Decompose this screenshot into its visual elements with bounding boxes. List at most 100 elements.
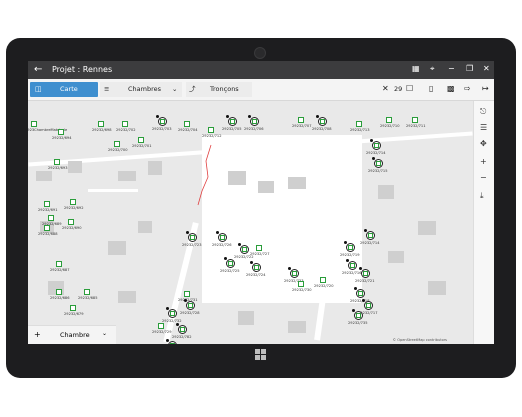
chambre-marker[interactable]: [386, 117, 392, 123]
chambre-marker[interactable]: [84, 289, 90, 295]
chambre-marker[interactable]: [70, 305, 76, 311]
chambre-marker[interactable]: [226, 259, 235, 268]
chambre-marker[interactable]: [70, 199, 76, 205]
chambre-marker[interactable]: [48, 215, 54, 221]
chambre-label: 29232/686: [50, 296, 70, 300]
selection-count: 29: [394, 85, 403, 93]
building: [138, 221, 152, 233]
building: [428, 281, 446, 295]
chambre-marker[interactable]: [184, 121, 190, 127]
chambre-marker[interactable]: [318, 117, 327, 126]
chambre-select[interactable]: Chambre: [60, 331, 90, 339]
chambre-marker[interactable]: [158, 117, 167, 126]
zoom-in-icon[interactable]: +: [480, 157, 487, 166]
chambre-marker[interactable]: [208, 127, 214, 133]
route-icon[interactable]: ⎋: [480, 107, 486, 117]
zoom-out-icon[interactable]: −: [480, 173, 487, 182]
chambre-marker[interactable]: [218, 233, 227, 242]
marker-dot: [316, 115, 319, 118]
building: [228, 171, 246, 185]
close-icon[interactable]: ✕: [483, 64, 490, 73]
measure-icon[interactable]: ✥: [480, 139, 487, 148]
carte-button[interactable]: ◫ Carte: [30, 82, 98, 97]
chambre-marker[interactable]: [68, 219, 74, 225]
chambre-marker[interactable]: [364, 301, 373, 310]
chambre-marker[interactable]: [250, 117, 259, 126]
building: [118, 291, 136, 303]
chambre-marker[interactable]: [168, 341, 177, 344]
chambre-marker[interactable]: [122, 121, 128, 127]
chambre-marker[interactable]: [228, 117, 237, 126]
chambre-marker[interactable]: [252, 263, 261, 272]
document-icon[interactable]: ▯: [429, 84, 433, 93]
chambre-marker[interactable]: [320, 277, 326, 283]
chambre-marker[interactable]: [168, 309, 177, 318]
chambre-marker[interactable]: [412, 117, 418, 123]
building: [418, 221, 436, 235]
chambre-label: 29232/711: [406, 124, 426, 128]
chambre-marker[interactable]: [290, 269, 299, 278]
chambre-marker[interactable]: [186, 301, 195, 310]
chambre-marker[interactable]: [158, 323, 164, 329]
chambre-marker[interactable]: [374, 159, 383, 168]
chambre-marker[interactable]: [178, 325, 187, 334]
chambre-label: 29232/727: [250, 252, 270, 256]
chambre-label: 29232/730: [292, 288, 312, 292]
grid-icon[interactable]: ▦: [412, 64, 420, 73]
map-icon: ◫: [35, 85, 42, 93]
document-download-icon[interactable]: ▩: [447, 84, 455, 93]
marker-dot: [166, 307, 169, 310]
chambre-marker[interactable]: [356, 289, 365, 298]
chambre-marker[interactable]: [354, 311, 363, 320]
marker-dot: [364, 229, 367, 232]
chevron-down-icon[interactable]: ⌄: [102, 330, 107, 337]
chambre-marker[interactable]: [298, 117, 304, 123]
logout-icon[interactable]: ↦: [482, 84, 489, 93]
export-icon[interactable]: ⇨: [464, 84, 471, 93]
marker-dot: [176, 323, 179, 326]
troncons-button[interactable]: ⤴ Tronçons: [186, 82, 252, 97]
chambre-marker[interactable]: [56, 289, 62, 295]
chambre-marker[interactable]: [372, 141, 381, 150]
chambre-marker[interactable]: [184, 291, 190, 297]
chambre-marker[interactable]: [56, 261, 62, 267]
close-icon[interactable]: ✕: [382, 84, 389, 93]
chambre-marker[interactable]: [356, 121, 362, 127]
chambre-marker[interactable]: [44, 225, 50, 231]
marker-dot: [372, 157, 375, 160]
chambre-marker[interactable]: [54, 159, 60, 165]
chambre-marker[interactable]: [44, 201, 50, 207]
chambre-marker[interactable]: [31, 121, 37, 127]
app-screen: ← Projet : Rennes ▦ ⌖ − ❐ ✕ ◫ Carte ≡ Ch…: [28, 61, 494, 344]
chambre-marker[interactable]: [138, 137, 144, 143]
marker-dot: [359, 267, 362, 270]
chambre-marker[interactable]: [346, 243, 355, 252]
building: [148, 161, 162, 175]
restore-icon[interactable]: ❐: [466, 64, 473, 73]
chambres-dropdown[interactable]: ≡ Chambres ⌄: [100, 82, 182, 97]
map-view[interactable]: 2923ChambreMatricule 29232/698 29232/702 29…: [28, 101, 473, 344]
minimize-icon[interactable]: −: [448, 64, 455, 73]
layers-icon[interactable]: ☰: [480, 123, 487, 132]
chambre-marker[interactable]: [361, 269, 370, 278]
chambre-marker[interactable]: [114, 141, 120, 147]
chambre-label: 29232/726: [212, 243, 232, 247]
arrow-left-icon[interactable]: ←: [34, 64, 42, 75]
checkbox-icon[interactable]: ☐: [406, 84, 413, 93]
chambre-marker[interactable]: [58, 129, 64, 135]
chambre-label: 29232/710: [380, 124, 400, 128]
download-icon[interactable]: ⤓: [480, 191, 484, 201]
windows-button[interactable]: [255, 349, 267, 361]
gps-icon[interactable]: ⌖: [430, 64, 435, 74]
chambre-marker[interactable]: [366, 231, 375, 240]
chambre-marker[interactable]: [98, 121, 104, 127]
add-icon[interactable]: +: [34, 330, 41, 339]
chambre-marker[interactable]: [298, 281, 304, 287]
chambre-label: 29232/707: [292, 124, 312, 128]
chambre-marker[interactable]: [348, 261, 357, 270]
chambre-marker[interactable]: [240, 245, 249, 254]
map-attribution: © OpenStreetMap contributors: [392, 338, 447, 342]
chambre-marker[interactable]: [256, 245, 262, 251]
chambre-marker[interactable]: [188, 233, 197, 242]
marker-dot: [166, 339, 169, 342]
